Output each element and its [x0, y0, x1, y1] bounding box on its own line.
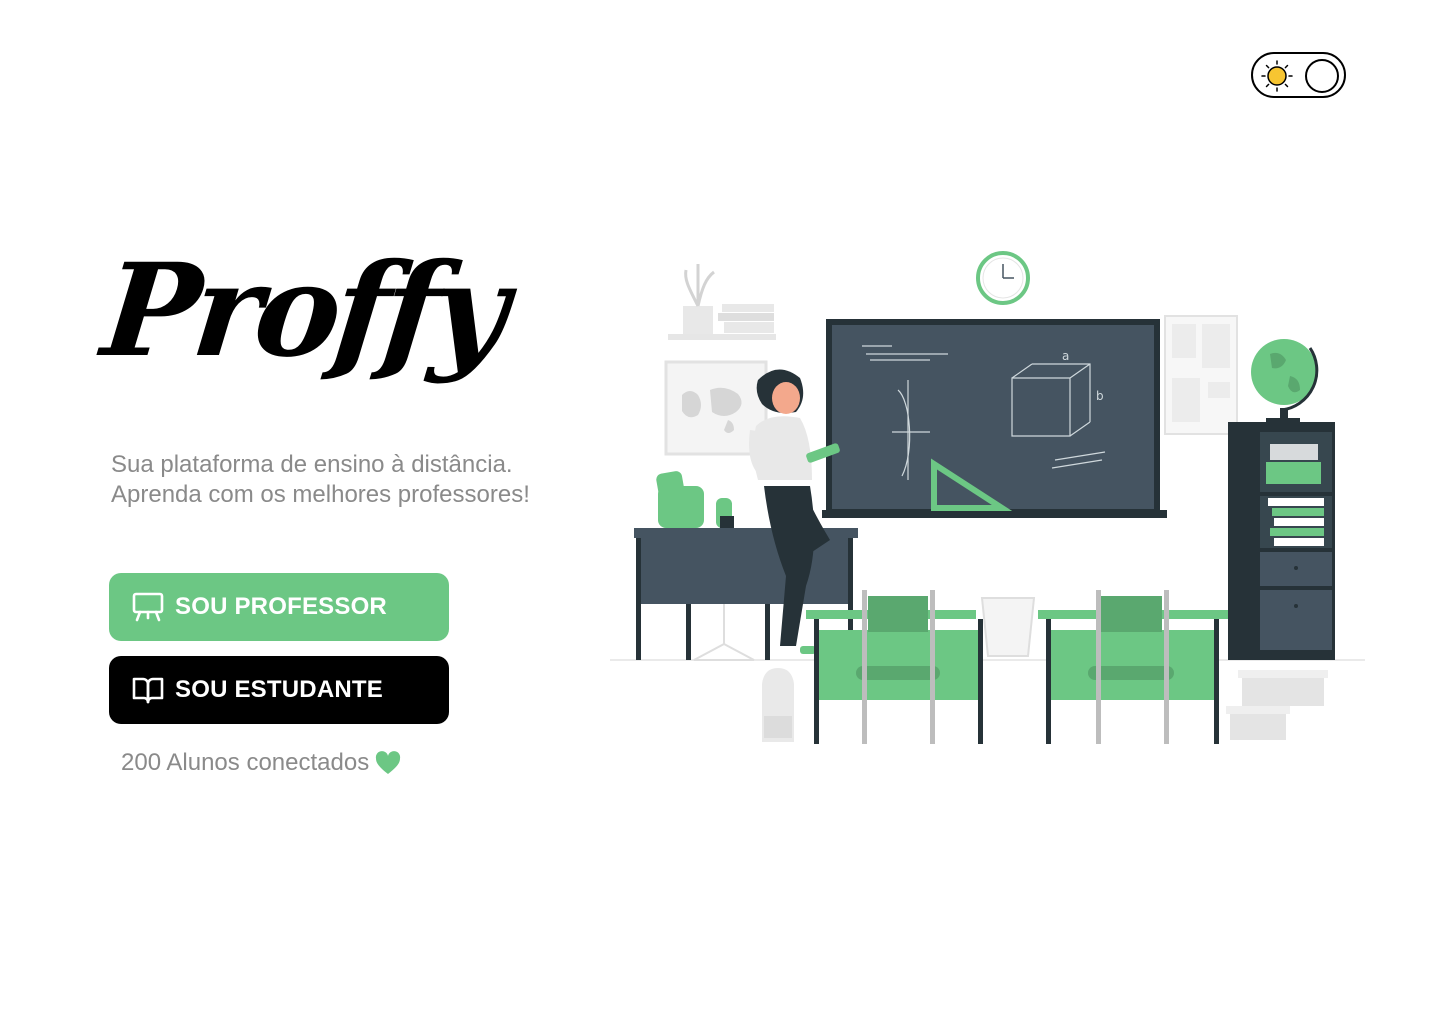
- wall-clock: [976, 251, 1030, 305]
- connected-count: 200 Alunos conectados: [121, 748, 401, 778]
- presentation-board-icon: [131, 590, 165, 624]
- student-desk-left: [806, 590, 983, 744]
- backpack: [762, 668, 794, 742]
- theme-toggle[interactable]: [1251, 52, 1346, 98]
- bookcase: [1228, 422, 1335, 660]
- svg-text:b: b: [1096, 389, 1104, 403]
- storage-boxes: [1226, 670, 1328, 740]
- logo: Proffy: [96, 236, 510, 386]
- student-desk-right: [1038, 590, 1228, 744]
- toggle-knob[interactable]: [1305, 59, 1339, 93]
- heart-icon: [376, 751, 401, 774]
- svg-text:a: a: [1062, 349, 1069, 363]
- wall-shelf: [668, 264, 776, 340]
- sun-icon: [1261, 60, 1293, 92]
- connected-text: 200 Alunos conectados: [121, 749, 370, 776]
- teacher-button[interactable]: SOU PROFESSOR: [109, 573, 449, 641]
- student-button-label: SOU ESTUDANTE: [175, 676, 383, 703]
- landing-page: Proffy Sua plataforma de ensino à distân…: [0, 0, 1440, 1024]
- teacher-button-label: SOU PROFESSOR: [175, 593, 387, 620]
- blackboard: a b: [822, 319, 1167, 518]
- trash-bin: [980, 597, 1036, 657]
- globe: [1251, 339, 1319, 423]
- student-button[interactable]: SOU ESTUDANTE: [109, 656, 449, 724]
- tagline: Sua plataforma de ensino à distância. Ap…: [111, 451, 530, 508]
- classroom-illustration: a b: [610, 251, 1365, 744]
- open-book-icon: [131, 673, 165, 707]
- notice-board: [1164, 315, 1238, 435]
